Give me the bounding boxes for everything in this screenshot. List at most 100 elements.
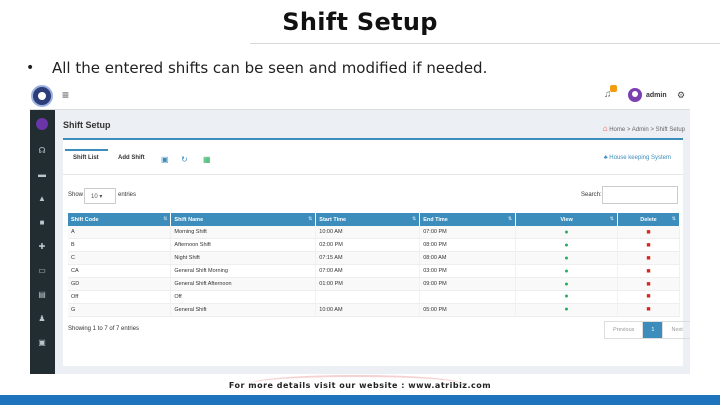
column-header-shift-code[interactable]: Shift Code ⇅ [68,213,172,226]
housekeeping-link-label: House keeping System [609,155,671,161]
cell-view: ● [515,238,618,253]
cell-shift-name: Off [170,290,317,304]
sidebar-logo-icon [36,118,48,130]
cell-end-time: 05:00 PM [419,303,517,317]
cell-end-time: 07:00 PM [419,226,517,240]
delete-icon[interactable]: ■ [646,293,650,300]
top-navbar: ≡ ♫ admin ⚙ [30,83,690,110]
menu-toggle-icon[interactable]: ≡ [62,88,69,102]
tab-add-shift[interactable]: Add Shift [118,155,145,161]
table-row: G General Shift 10:00 AM 05:00 PM ● ■ [68,303,680,317]
sort-icon: ⇅ [507,216,513,222]
cell-shift-name: General Shift Morning [170,264,317,279]
cell-shift-name: Morning Shift [170,226,317,240]
cell-end-time: 08:00 AM [419,251,517,266]
cell-start-time: 10:00 AM [315,303,421,317]
column-header-label: Shift Name [174,216,204,223]
cell-view: ● [515,277,618,291]
bullet-text: All the entered shifts can be seen and m… [52,59,488,77]
sidebar-item-dashboard-icon[interactable]: ☊ [37,146,47,156]
export-icon[interactable]: ▣ [161,155,169,164]
view-icon[interactable]: ● [564,293,568,300]
refresh-icon[interactable]: ↻ [181,155,188,164]
column-header-view[interactable]: View ⇅ [515,213,618,226]
active-tab-indicator [65,149,108,151]
sidebar-item-reports-icon[interactable]: ▤ [37,290,47,300]
sidebar-item-users-icon[interactable]: ♟ [37,314,47,324]
view-icon[interactable]: ● [564,306,568,313]
breadcrumb-admin[interactable]: Admin [632,127,649,133]
column-header-label: View [560,216,573,223]
breadcrumb-home[interactable]: Home [609,127,625,133]
breadcrumb-current: Shift Setup [655,127,685,133]
entries-per-page-select[interactable]: 10 ▾ [84,188,116,204]
delete-icon[interactable]: ■ [646,306,650,313]
view-icon[interactable]: ● [564,229,568,236]
column-header-label: Start Time [319,216,347,223]
save-icon[interactable]: ▦ [203,155,211,164]
previous-page-button[interactable]: Previous [605,322,644,338]
column-header-shift-name[interactable]: Shift Name ⇅ [170,213,317,226]
sort-icon: ⇅ [411,216,417,222]
cell-shift-name: Afternoon Shift [170,238,317,253]
search-label: Search: [581,192,602,198]
view-icon[interactable]: ● [564,281,568,288]
cell-shift-code: G [68,303,172,317]
sidebar-item-tasks-icon[interactable]: ■ [37,218,47,228]
delete-icon[interactable]: ■ [646,268,650,275]
cell-end-time: 09:00 PM [419,277,517,291]
cell-end-time: 03:00 PM [419,264,517,279]
cell-view: ● [515,226,618,240]
settings-icon[interactable]: ⚙ [677,90,685,101]
cell-shift-code: GD [68,277,172,291]
tabs-divider [63,174,683,175]
sidebar-item-monitor-icon[interactable]: ▭ [37,266,47,276]
column-header-end-time[interactable]: End Time ⇅ [419,213,517,226]
app-logo[interactable] [31,85,53,107]
home-icon[interactable]: ⌂ [603,124,608,133]
cell-shift-code: Off [68,290,172,304]
delete-icon[interactable]: ■ [646,242,650,249]
footer-bar [0,395,720,405]
cell-start-time: 01:00 PM [315,277,421,291]
column-header-label: End Time [423,216,448,223]
view-icon[interactable]: ● [564,242,568,249]
shift-table: Shift Code ⇅ Shift Name ⇅ Start Time ⇅ End … [68,213,680,317]
entries-per-page-value: 10 [91,194,98,200]
delete-icon[interactable]: ■ [646,255,650,262]
search-input[interactable] [602,186,678,204]
page-1-button[interactable]: 1 [643,322,664,338]
sidebar-item-staff-icon[interactable]: ▲ [37,194,47,204]
column-header-delete[interactable]: Delete ⇅ [617,213,680,226]
table-info: Showing 1 to 7 of 7 entries [68,326,140,332]
sidebar: ☊ ▬ ▲ ■ ✚ ▭ ▤ ♟ ▣ [30,110,55,374]
user-name[interactable]: admin [646,92,667,99]
table-row: CA General Shift Morning 07:00 AM 03:00 … [68,264,680,279]
breadcrumb-separator: > [650,127,654,133]
cell-shift-code: CA [68,264,172,279]
sidebar-item-lock-icon[interactable]: ▣ [37,338,47,348]
page-title: Shift Setup [63,120,111,130]
cell-view: ● [515,251,618,266]
cell-delete: ■ [617,290,680,304]
cell-end-time: 08:00 PM [419,238,517,253]
delete-icon[interactable]: ■ [646,229,650,236]
cell-shift-name: General Shift [170,303,317,317]
housekeeping-link[interactable]: ♣ House keeping System [604,155,671,161]
cell-shift-code: B [68,238,172,253]
cell-shift-name: Night Shift [170,251,317,266]
tab-shift-list[interactable]: Shift List [73,155,99,161]
cell-delete: ■ [617,238,680,253]
sidebar-item-add-icon[interactable]: ✚ [37,242,47,252]
cell-start-time [315,290,421,304]
cell-view: ● [515,290,618,304]
cell-start-time: 10:00 AM [315,226,421,240]
user-avatar[interactable] [628,88,642,102]
pagination: Previous 1 Next [604,321,690,339]
sidebar-item-rooms-icon[interactable]: ▬ [37,170,47,180]
view-icon[interactable]: ● [564,255,568,262]
delete-icon[interactable]: ■ [646,281,650,288]
next-page-button[interactable]: Next [663,322,690,338]
column-header-start-time[interactable]: Start Time ⇅ [315,213,421,226]
view-icon[interactable]: ● [564,268,568,275]
